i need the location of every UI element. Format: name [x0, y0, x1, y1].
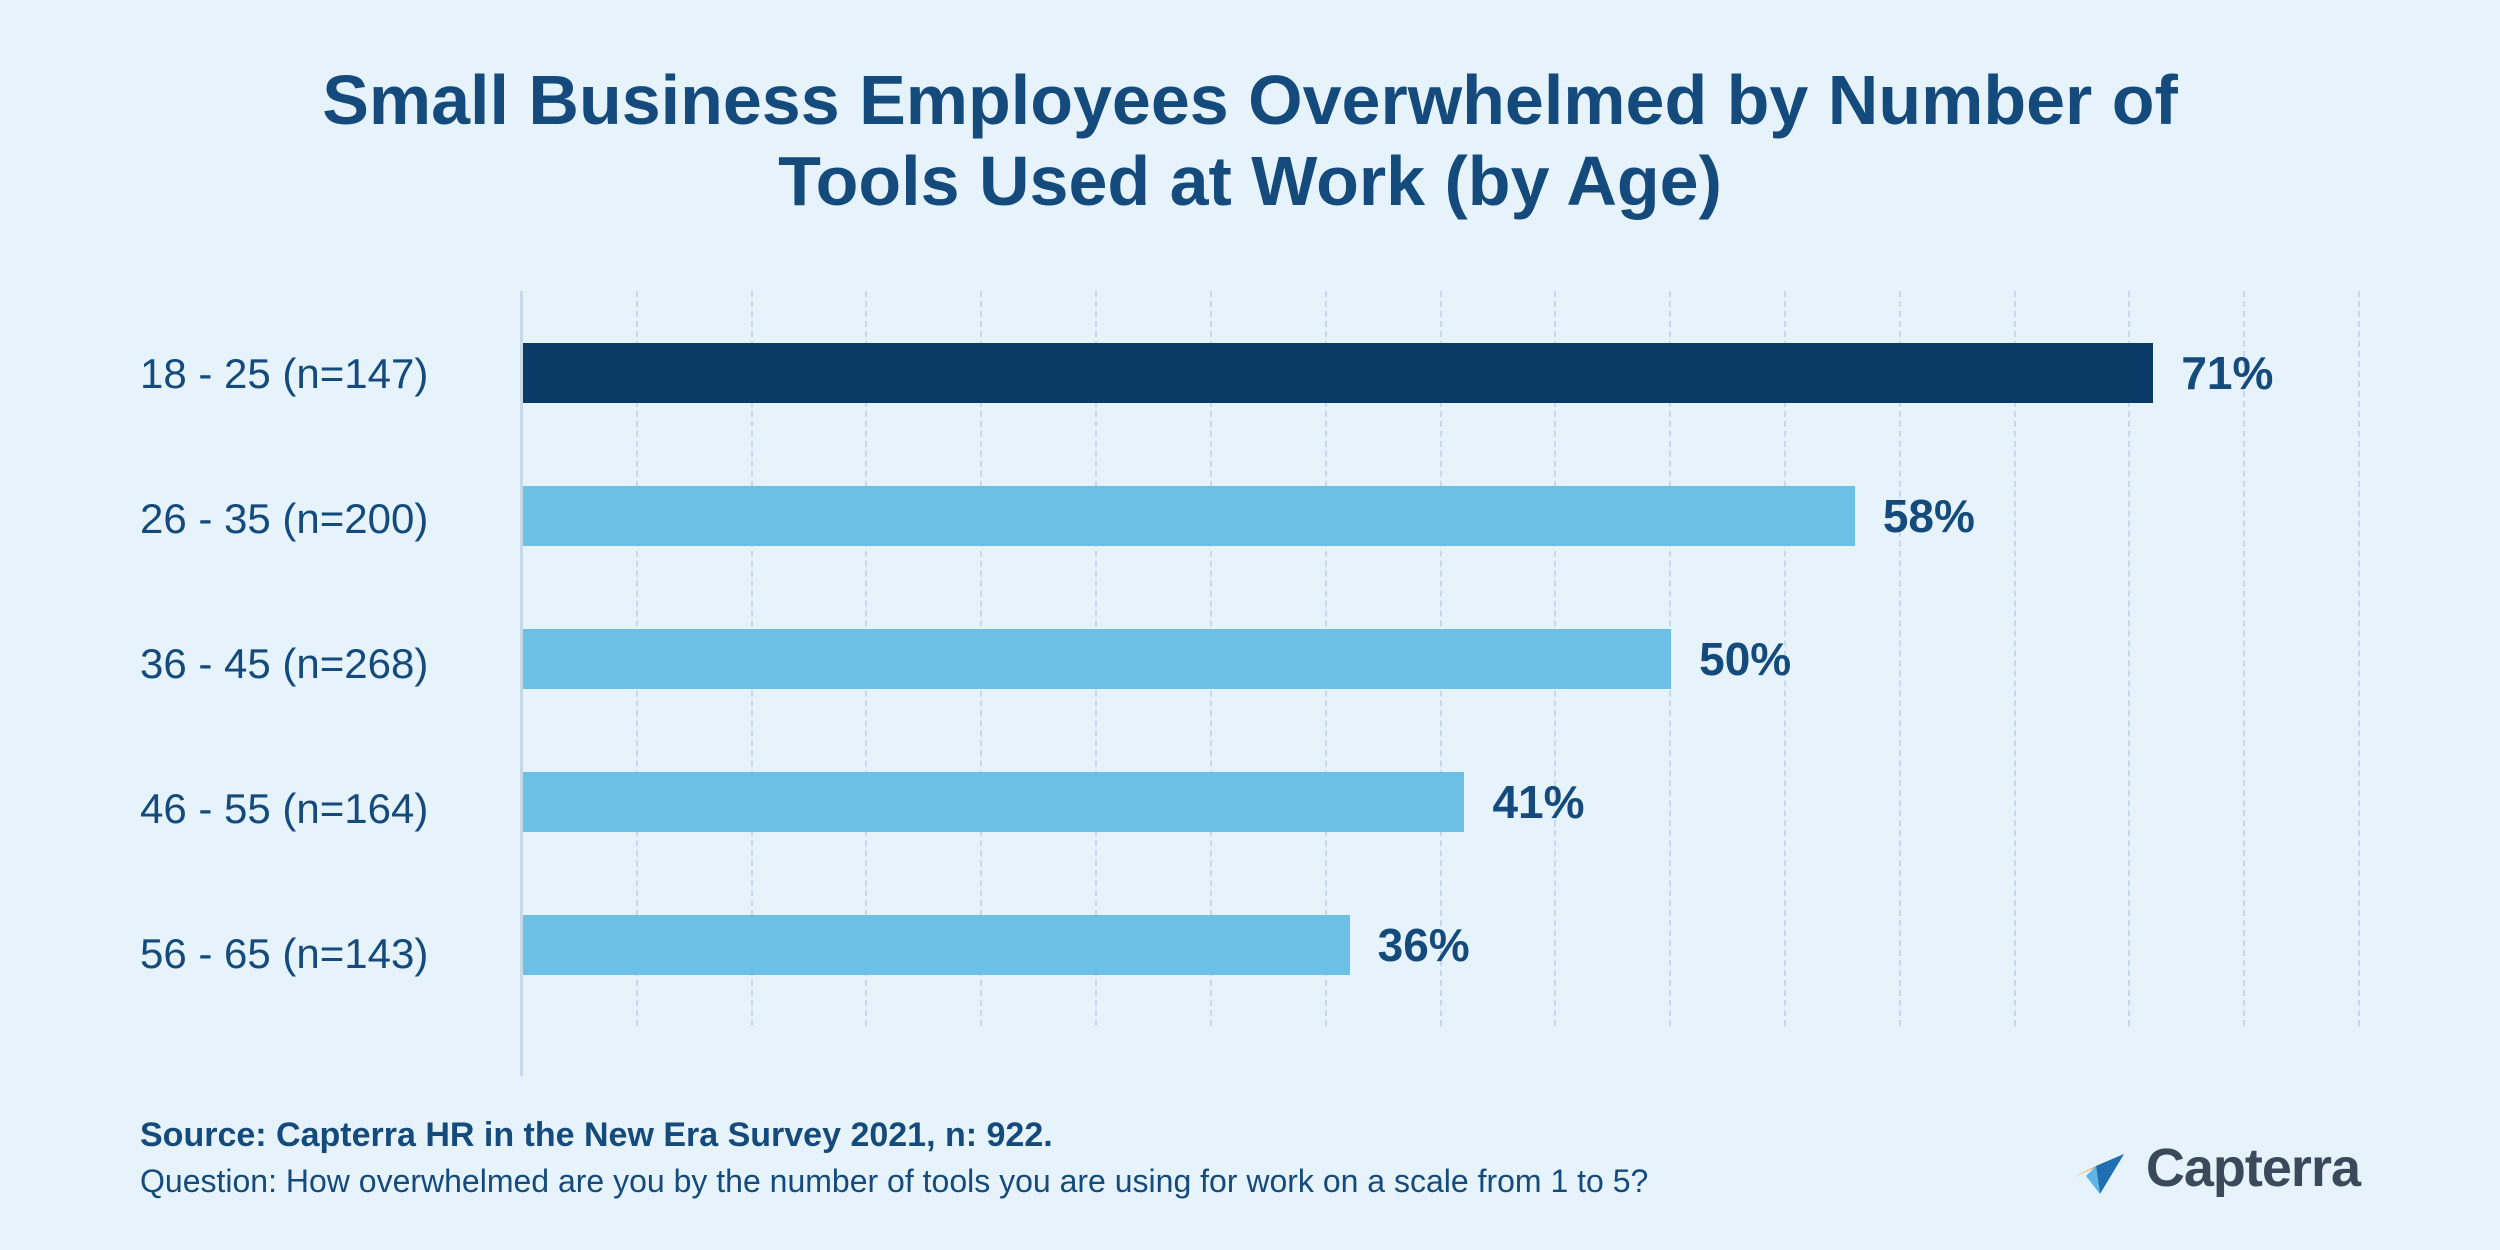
bar-row: 41%: [523, 772, 2360, 832]
bar: [523, 915, 1350, 975]
category-labels-column: 18 - 25 (n=147) 26 - 35 (n=200) 36 - 45 (n…: [140, 291, 520, 1076]
bar-row: 71%: [523, 343, 2360, 403]
bar-row: 58%: [523, 486, 2360, 546]
bar-row: 50%: [523, 629, 2360, 689]
chart-footer: Source: Capterra HR in the New Era Surve…: [140, 1116, 2360, 1200]
bar: [523, 772, 1464, 832]
bar: [523, 629, 1671, 689]
value-label: 71%: [2181, 346, 2273, 400]
bar-row: 36%: [523, 915, 2360, 975]
value-label: 41%: [1492, 775, 1584, 829]
brand-name: Capterra: [2146, 1137, 2360, 1199]
bar: [523, 343, 2153, 403]
value-label: 50%: [1699, 632, 1791, 686]
bar: [523, 486, 1855, 546]
chart-container: Small Business Employees Overwhelmed by …: [0, 0, 2500, 1250]
category-label: 18 - 25 (n=147): [140, 344, 520, 404]
chart-title: Small Business Employees Overwhelmed by …: [300, 60, 2200, 221]
bars-column: 71% 58% 50% 41% 36%: [520, 291, 2360, 1076]
brand-logo: Capterra: [2066, 1136, 2360, 1200]
capterra-arrow-icon: [2066, 1136, 2130, 1200]
value-label: 36%: [1378, 918, 1470, 972]
category-label: 36 - 45 (n=268): [140, 634, 520, 694]
question-line: Question: How overwhelmed are you by the…: [140, 1163, 1648, 1200]
bars-stack: 71% 58% 50% 41% 36%: [523, 291, 2360, 1026]
value-label: 58%: [1883, 489, 1975, 543]
source-line: Source: Capterra HR in the New Era Surve…: [140, 1116, 1648, 1155]
plot-area: 18 - 25 (n=147) 26 - 35 (n=200) 36 - 45 (n…: [140, 291, 2360, 1076]
category-label: 56 - 65 (n=143): [140, 924, 520, 984]
category-label: 26 - 35 (n=200): [140, 489, 520, 549]
source-block: Source: Capterra HR in the New Era Surve…: [140, 1116, 1648, 1200]
category-label: 46 - 55 (n=164): [140, 779, 520, 839]
